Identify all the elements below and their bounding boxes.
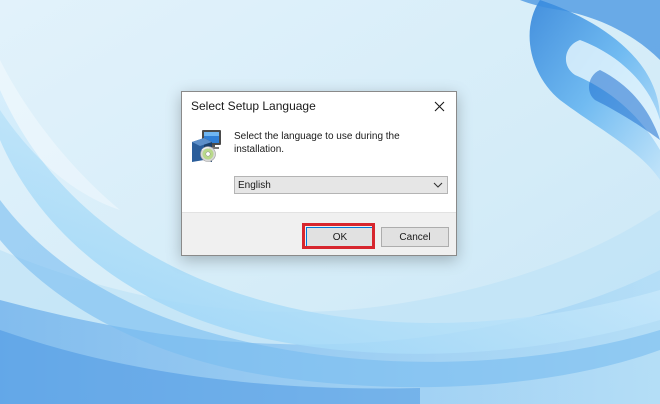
close-button[interactable] — [428, 95, 450, 117]
cancel-button[interactable]: Cancel — [381, 227, 449, 247]
dialog-title: Select Setup Language — [191, 99, 316, 113]
dialog-message: Select the language to use during the in… — [234, 131, 400, 155]
dialog-footer: OK Cancel — [182, 212, 456, 255]
setup-computer-icon — [192, 130, 221, 162]
dialog-content: Select the language to use during the in… — [182, 120, 456, 212]
dialog-titlebar: Select Setup Language — [182, 92, 456, 120]
close-icon — [434, 101, 444, 111]
ok-button[interactable]: OK — [306, 227, 374, 247]
chevron-down-icon — [433, 182, 443, 188]
setup-language-dialog: Select Setup Language Select the languag… — [181, 91, 457, 256]
language-select-value: English — [238, 180, 271, 191]
language-select[interactable]: English — [234, 176, 448, 194]
